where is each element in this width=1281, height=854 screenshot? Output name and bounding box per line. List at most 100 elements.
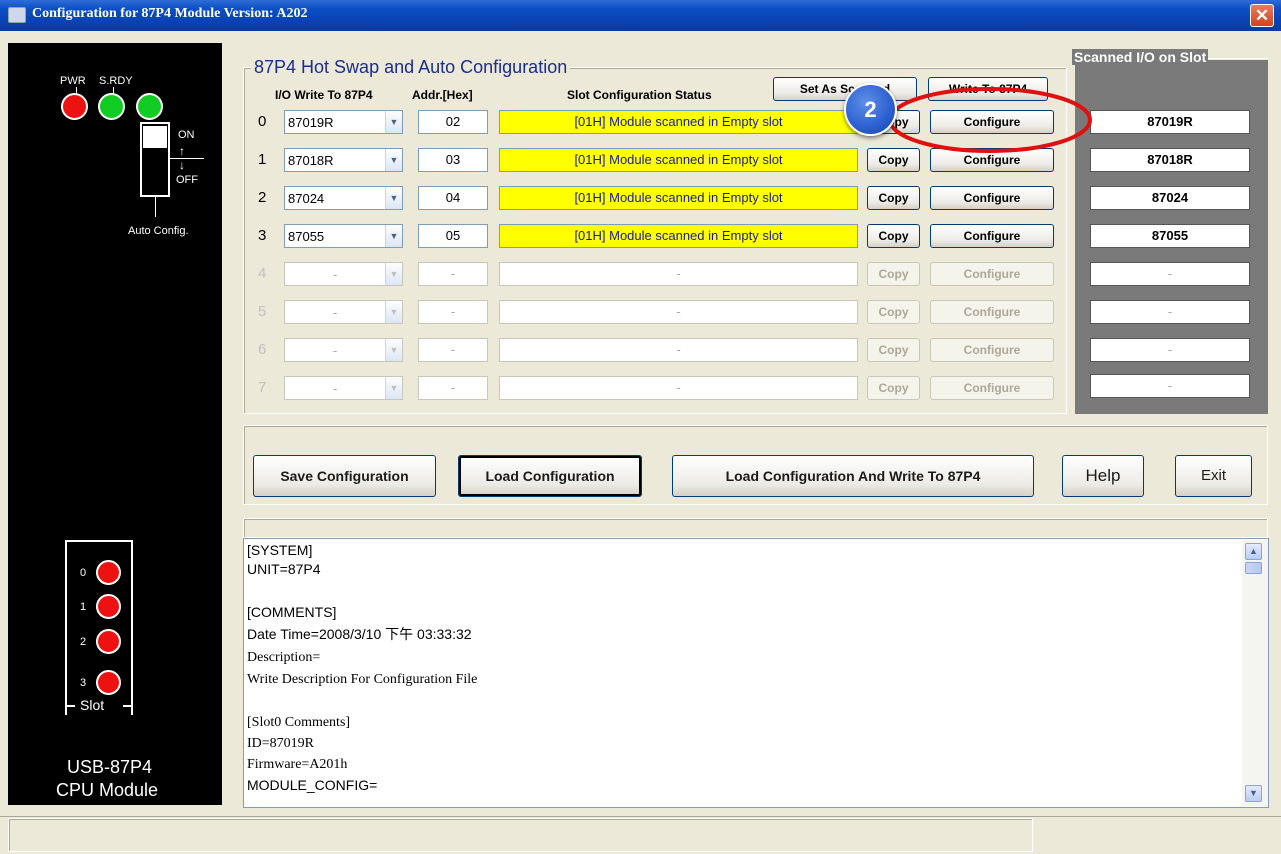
configure-button[interactable]: Configure xyxy=(930,148,1054,172)
configure-button[interactable]: Configure xyxy=(930,338,1054,362)
scroll-up-icon[interactable]: ▲ xyxy=(1245,543,1262,560)
module-select-value: - xyxy=(333,267,338,282)
slot-status-field: [01H] Module scanned in Empty slot xyxy=(499,110,858,134)
switch-off-label: OFF xyxy=(176,174,198,186)
configure-button[interactable]: Configure xyxy=(930,376,1054,400)
slot-3-led xyxy=(96,670,121,695)
slot-status-field: - xyxy=(499,376,858,400)
module-select-value: 87024 xyxy=(288,191,325,206)
slot-number: 5 xyxy=(258,303,267,320)
address-field[interactable]: 03 xyxy=(418,148,488,172)
write-to-87p4-button[interactable]: Write To 87P4 xyxy=(928,77,1048,101)
module-select[interactable]: - ▼ xyxy=(284,338,403,362)
module-select[interactable]: - ▼ xyxy=(284,376,403,400)
chevron-down-icon[interactable]: ▼ xyxy=(385,187,402,209)
configure-button[interactable]: Configure xyxy=(930,300,1054,324)
configure-button[interactable]: Configure xyxy=(930,110,1054,134)
module-select-value: - xyxy=(333,305,338,320)
log-line: [Slot0 Comments] xyxy=(247,715,351,730)
slot-led-label: 2 xyxy=(80,636,87,648)
switch-leader xyxy=(155,197,156,217)
slot-label: Slot xyxy=(78,697,107,713)
slot-led-label: 1 xyxy=(80,601,87,613)
chevron-down-icon[interactable]: ▼ xyxy=(385,377,402,399)
log-line: Description= xyxy=(247,650,321,665)
scroll-down-icon[interactable]: ▼ xyxy=(1245,785,1262,802)
slot-1-led xyxy=(96,594,121,619)
address-field[interactable]: - xyxy=(418,262,488,286)
address-field[interactable]: 04 xyxy=(418,186,488,210)
scanned-io-title: Scanned I/O on Slot xyxy=(1072,49,1209,65)
log-line: [COMMENTS] xyxy=(247,604,337,620)
led-tick xyxy=(76,87,77,95)
slot-status-field: - xyxy=(499,300,858,324)
window-title: Configuration for 87P4 Module Version: A… xyxy=(32,6,308,21)
configure-button[interactable]: Configure xyxy=(930,224,1054,248)
log-line: ID=87019R xyxy=(247,736,315,751)
module-select[interactable]: 87019R ▼ xyxy=(284,110,403,134)
module-select[interactable]: - ▼ xyxy=(284,300,403,324)
copy-button[interactable]: Copy xyxy=(867,300,920,324)
chevron-down-icon[interactable]: ▼ xyxy=(385,263,402,285)
log-header-bar xyxy=(243,518,1268,538)
slot-number: 2 xyxy=(258,189,267,206)
col-header-addr: Addr.[Hex] xyxy=(412,88,473,102)
module-select[interactable]: - ▼ xyxy=(284,262,403,286)
copy-button[interactable]: Copy xyxy=(867,224,920,248)
copy-button[interactable]: Copy xyxy=(867,148,920,172)
slot-2-led xyxy=(96,629,121,654)
slot-frame-corner xyxy=(123,705,133,707)
srdy-led xyxy=(98,93,125,120)
scanned-module-box: 87024 xyxy=(1090,186,1250,210)
load-configuration-button[interactable]: Load Configuration xyxy=(458,455,642,497)
slot-number: 4 xyxy=(258,265,267,282)
address-field[interactable]: - xyxy=(418,338,488,362)
slot-number: 1 xyxy=(258,151,267,168)
set-as-scanned-button[interactable]: Set As Scanned xyxy=(773,77,917,101)
led-tick xyxy=(113,87,114,95)
copy-button[interactable]: Copy xyxy=(867,338,920,362)
address-field[interactable]: 02 xyxy=(418,110,488,134)
chevron-down-icon[interactable]: ▼ xyxy=(385,111,402,133)
slot-status-field: [01H] Module scanned in Empty slot xyxy=(499,224,858,248)
configure-button[interactable]: Configure xyxy=(930,186,1054,210)
exit-button[interactable]: Exit xyxy=(1175,455,1252,497)
slot-frame-corner xyxy=(65,705,75,707)
srdy-label: S.RDY xyxy=(99,75,133,87)
chevron-down-icon[interactable]: ▼ xyxy=(385,225,402,247)
address-field[interactable]: - xyxy=(418,300,488,324)
log-line: Write Description For Configuration File xyxy=(247,672,478,687)
chevron-down-icon[interactable]: ▼ xyxy=(385,339,402,361)
log-line: Firmware=A201h xyxy=(247,757,348,772)
module-select[interactable]: 87055 ▼ xyxy=(284,224,403,248)
chevron-down-icon[interactable]: ▼ xyxy=(385,149,402,171)
address-field[interactable]: - xyxy=(418,376,488,400)
save-configuration-button[interactable]: Save Configuration xyxy=(253,455,436,497)
slot-number: 7 xyxy=(258,379,267,396)
slot-status-field: [01H] Module scanned in Empty slot xyxy=(499,186,858,210)
close-button[interactable]: ✕ xyxy=(1250,4,1274,27)
copy-button[interactable]: Copy xyxy=(867,376,920,400)
log-line: Date Time=2008/3/10 下午 03:33:32 xyxy=(247,626,472,642)
scroll-thumb[interactable] xyxy=(1245,562,1262,574)
configure-button[interactable]: Configure xyxy=(930,262,1054,286)
auto-config-label: Auto Config. xyxy=(128,225,189,237)
copy-button[interactable]: Copy xyxy=(867,262,920,286)
copy-button[interactable]: Copy xyxy=(867,186,920,210)
scanned-module-box: - xyxy=(1090,262,1250,286)
module-select-value: - xyxy=(333,343,338,358)
load-and-write-button[interactable]: Load Configuration And Write To 87P4 xyxy=(672,455,1034,497)
module-select-value: 87018R xyxy=(288,153,334,168)
log-line: MODULE_CONFIG= xyxy=(247,777,378,793)
help-button[interactable]: Help xyxy=(1062,455,1144,497)
module-select[interactable]: 87018R ▼ xyxy=(284,148,403,172)
address-field[interactable]: 05 xyxy=(418,224,488,248)
switch-on-label: ON xyxy=(178,129,195,141)
module-select-value: - xyxy=(333,381,338,396)
log-line: [SYSTEM] xyxy=(247,542,313,558)
chevron-down-icon[interactable]: ▼ xyxy=(385,301,402,323)
module-select[interactable]: 87024 ▼ xyxy=(284,186,403,210)
vertical-scrollbar[interactable] xyxy=(1242,540,1268,806)
cpu-model-name: USB-87P4 xyxy=(67,757,153,777)
slot-number: 6 xyxy=(258,341,267,358)
